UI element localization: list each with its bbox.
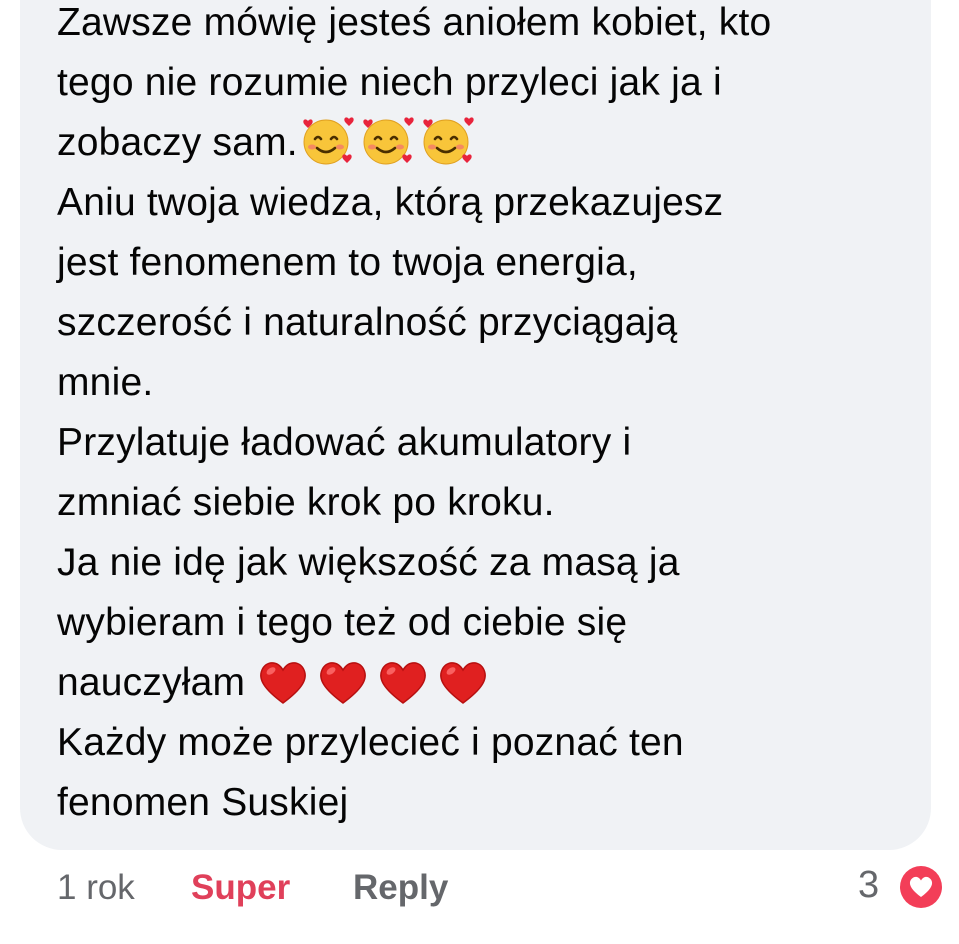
comment-line: tego nie rozumie niech przyleci jak ja i — [57, 53, 917, 113]
comment-line: Każdy może przylecieć i poznać ten — [57, 713, 917, 773]
comment-line-text: Aniu twoja wiedza, którą przekazujesz — [57, 181, 724, 224]
comment-line-text: Każdy może przylecieć i poznać ten — [57, 721, 684, 764]
comment-line-text: wybieram i tego też od ciebie się — [57, 601, 628, 644]
red-heart-icon — [376, 657, 430, 707]
comment-line-text: Przylatuje ładować akumulatory i — [57, 421, 632, 464]
smiling-face-with-hearts-icon — [358, 114, 418, 170]
comment-line: zmniać siebie krok po kroku. — [57, 473, 917, 533]
comment-line: Przylatuje ładować akumulatory i — [57, 413, 917, 473]
red-heart-icon — [256, 657, 310, 707]
comment-line: Zawsze mówię jesteś aniołem kobiet, kto — [57, 0, 917, 53]
comment-line: nauczyłam — [57, 653, 917, 713]
comment-line-text: Ja nie idę jak większość za masą ja — [57, 541, 680, 584]
comment-footer: 1 rok Super Reply 3 — [0, 862, 959, 922]
smiling-face-with-hearts-icon — [418, 114, 478, 170]
comment-line-text: tego nie rozumie niech przyleci jak ja i — [57, 61, 722, 104]
comment-line: szczerość i naturalność przyciągają — [57, 293, 917, 353]
comment-line-text: szczerość i naturalność przyciągają — [57, 301, 678, 344]
love-reaction-icon[interactable] — [896, 862, 946, 912]
comment-text: Zawsze mówię jesteś aniołem kobiet, kto t… — [57, 0, 917, 833]
comment-line: jest fenomenem to twoja energia, — [57, 233, 917, 293]
reaction-button[interactable]: Super — [191, 868, 290, 908]
reaction-count[interactable]: 3 — [858, 864, 879, 907]
red-heart-icon — [316, 657, 370, 707]
comment-line-text: jest fenomenem to twoja energia, — [57, 241, 638, 284]
comment-line-text: Zawsze mówię jesteś aniołem kobiet, kto — [57, 1, 772, 44]
smiling-face-with-hearts-icon — [298, 114, 358, 170]
comment-line: fenomen Suskiej — [57, 773, 917, 833]
comment-timestamp[interactable]: 1 rok — [57, 868, 135, 908]
comment-line-text: nauczyłam — [57, 661, 257, 704]
comment-line-text: zobaczy sam. — [57, 121, 298, 164]
comment-line: zobaczy sam. — [57, 113, 917, 173]
comment-line: mnie. — [57, 353, 917, 413]
comment-line-text: zmniać siebie krok po kroku. — [57, 481, 555, 524]
comment-line: Aniu twoja wiedza, którą przekazujesz — [57, 173, 917, 233]
reply-button[interactable]: Reply — [353, 868, 448, 908]
comment-line-text: mnie. — [57, 361, 154, 404]
red-heart-icon — [436, 657, 490, 707]
comment-line-text: fenomen Suskiej — [57, 781, 349, 824]
comment-line: Ja nie idę jak większość za masą ja — [57, 533, 917, 593]
comment-line: wybieram i tego też od ciebie się — [57, 593, 917, 653]
